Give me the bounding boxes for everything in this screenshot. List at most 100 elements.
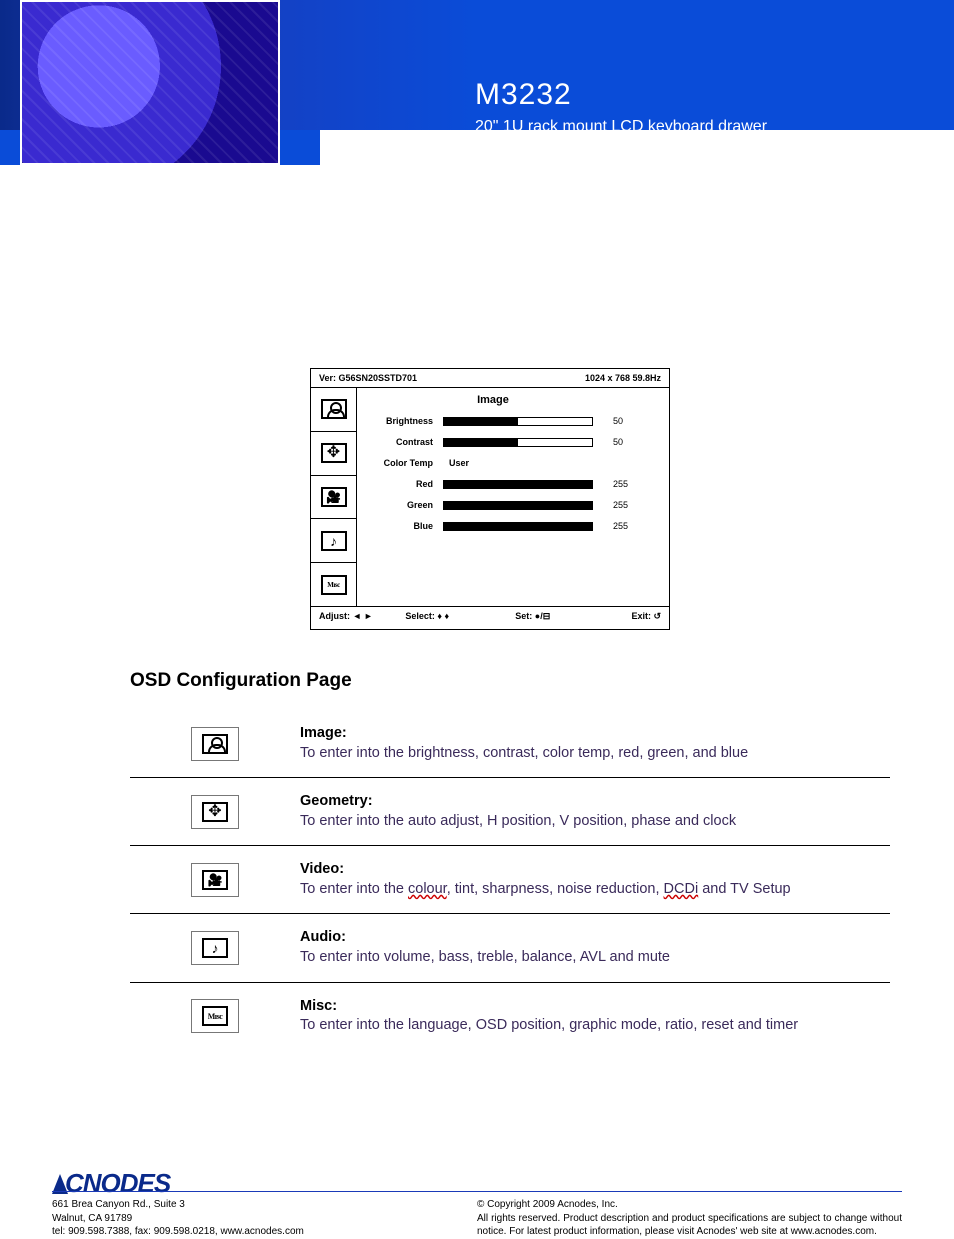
person-icon [202,734,228,754]
green-bar [443,501,593,510]
osd-exit-hint: Exit: ↺ [576,611,662,622]
red-label: Red [367,479,443,489]
osd-body: Image Brightness 50 Contrast 50 Color Te… [311,388,669,606]
acnodes-logo: CNODES [52,1168,170,1199]
config-desc-geometry: To enter into the auto adjust, H positio… [300,813,736,829]
osd-resolution: 1024 x 768 59.8Hz [585,373,661,383]
osd-row-brightness: Brightness 50 [367,416,659,426]
config-row-misc: Misc: To enter into the language, OSD po… [130,983,890,1050]
osd-tab-misc [311,563,356,606]
footer-left: 661 Brea Canyon Rd., Suite 3 Walnut, CA … [52,1198,477,1239]
osd-bottom-bar: Adjust: ◄ ► Select: ♦ ♦ Set: ●/⊟ Exit: ↺ [311,606,669,626]
config-icon-box [191,795,239,829]
osd-row-green: Green 255 [367,500,659,510]
red-value: 255 [593,479,628,489]
geometry-icon [202,802,228,822]
config-row-audio: Audio: To enter into volume, bass, trebl… [130,914,890,982]
config-icon-cell [130,727,300,761]
osd-row-colortemp: Color Temp User [367,458,659,468]
osd-tab-geometry [311,432,356,476]
config-icon-box [191,727,239,761]
blue-bar [443,522,593,531]
config-icon-cell [130,863,300,897]
footer-address-2: Walnut, CA 91789 [52,1213,132,1224]
page-header: M3232 20" 1U rack mount LCD keyboard dra… [0,0,954,165]
osd-row-contrast: Contrast 50 [367,437,659,447]
product-subtitle: 20" 1U rack mount LCD keyboard drawer wi… [475,116,767,161]
config-title-audio: Audio: [300,929,346,945]
config-title-image: Image: [300,725,347,741]
config-icon-box [191,863,239,897]
video-desc-post: and TV Setup [698,881,790,897]
subtitle-line-1: 20" 1U rack mount LCD keyboard drawer [475,118,767,135]
osd-sidebar [311,388,357,606]
osd-main-panel: Image Brightness 50 Contrast 50 Color Te… [357,388,669,606]
config-icon-cell [130,931,300,965]
page-footer: 661 Brea Canyon Rd., Suite 3 Walnut, CA … [52,1198,902,1239]
config-icon-cell [130,999,300,1033]
video-desc-pre: To enter into the [300,881,408,897]
green-label: Green [367,500,443,510]
osd-tab-video [311,476,356,520]
config-desc-image: To enter into the brightness, contrast, … [300,745,748,761]
contrast-bar [443,438,593,447]
footer-address-1: 661 Brea Canyon Rd., Suite 3 [52,1199,185,1210]
audio-icon [202,938,228,958]
osd-set-hint: Set: ●/⊟ [490,611,576,622]
video-icon [202,870,228,890]
footer-rule [52,1191,902,1192]
config-row-image: Image: To enter into the brightness, con… [130,710,890,778]
video-word-dcdi: DCDi [664,881,699,897]
colortemp-value: User [443,458,469,468]
osd-config-section: OSD Configuration Page Image: To enter i… [130,670,890,1050]
video-desc-mid: , tint, sharpness, noise reduction, [447,881,664,897]
osd-row-blue: Blue 255 [367,521,659,531]
config-text-misc: Misc: To enter into the language, OSD po… [300,997,890,1036]
contrast-label: Contrast [367,437,443,447]
config-text-geometry: Geometry: To enter into the auto adjust,… [300,792,890,831]
config-icon-box [191,931,239,965]
config-icon-box [191,999,239,1033]
osd-top-bar: Ver: G56SN20SSTD701 1024 x 768 59.8Hz [311,369,669,388]
config-desc-audio: To enter into volume, bass, treble, bala… [300,949,670,965]
osd-version: Ver: G56SN20SSTD701 [319,373,417,383]
config-text-audio: Audio: To enter into volume, bass, trebl… [300,928,890,967]
osd-select-hint: Select: ♦ ♦ [385,611,471,622]
video-icon [321,487,347,507]
header-text-block: M3232 20" 1U rack mount LCD keyboard dra… [475,78,767,161]
blue-value: 255 [593,521,628,531]
circuit-board-image [20,0,280,165]
audio-icon [321,531,347,551]
brightness-bar [443,417,593,426]
footer-right: © Copyright 2009 Acnodes, Inc. All right… [477,1198,902,1239]
colortemp-label: Color Temp [367,458,443,468]
blue-label: Blue [367,521,443,531]
brightness-value: 50 [593,416,623,426]
misc-icon [321,575,347,595]
misc-icon [202,1006,228,1026]
contrast-value: 50 [593,437,623,447]
green-value: 255 [593,500,628,510]
subtitle-line-2: with 32 port Cat6 KVM Switch [475,140,687,157]
product-title: M3232 [475,78,767,112]
config-title-misc: Misc: [300,998,337,1014]
config-row-geometry: Geometry: To enter into the auto adjust,… [130,778,890,846]
osd-row-red: Red 255 [367,479,659,489]
geometry-icon [321,443,347,463]
config-row-video: Video: To enter into the colour, tint, s… [130,846,890,914]
config-heading: OSD Configuration Page [130,670,890,692]
red-bar [443,480,593,489]
config-text-video: Video: To enter into the colour, tint, s… [300,860,890,899]
person-icon [321,399,347,419]
config-icon-cell [130,795,300,829]
config-title-video: Video: [300,861,344,877]
footer-copyright: © Copyright 2009 Acnodes, Inc. [477,1199,618,1210]
config-desc-misc: To enter into the language, OSD position… [300,1017,798,1033]
logo-text: CNODES [65,1168,170,1198]
video-word-colour: colour [408,881,447,897]
footer-contact: tel: 909.598.7388, fax: 909.598.0218, ww… [52,1226,304,1237]
osd-panel-title: Image [327,394,659,406]
config-text-image: Image: To enter into the brightness, con… [300,724,890,763]
config-title-geometry: Geometry: [300,793,373,809]
brightness-label: Brightness [367,416,443,426]
